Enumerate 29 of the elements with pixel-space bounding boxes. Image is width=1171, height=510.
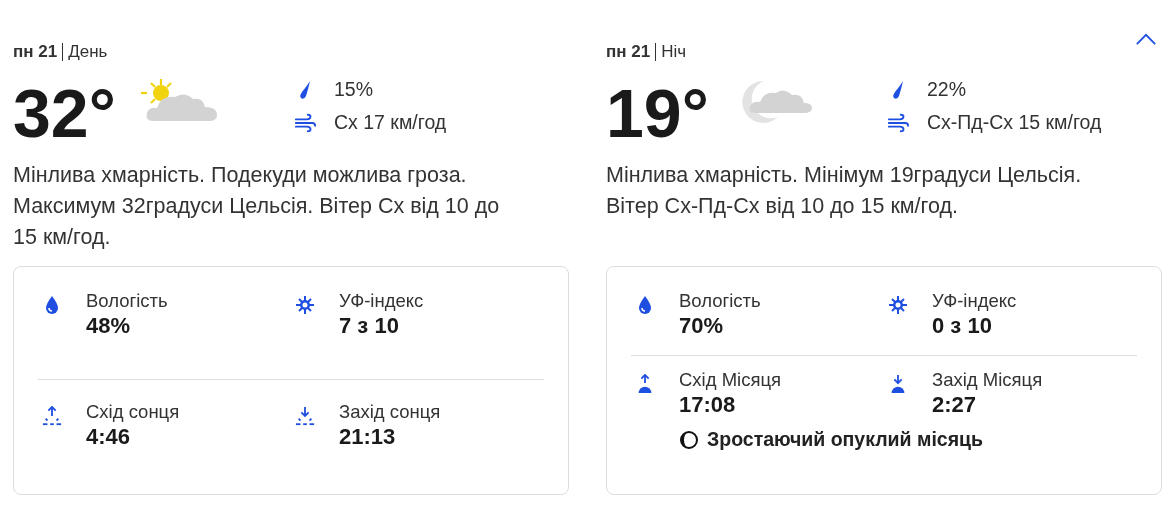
temperature: 32° <box>13 78 117 148</box>
period-label: Ніч <box>660 42 687 62</box>
period-label: День <box>67 42 108 62</box>
detail-label: УФ-індекс <box>339 289 424 313</box>
precipitation-chance: 15% <box>334 78 374 101</box>
detail-value: 17:08 <box>679 392 737 418</box>
day-label: пн 21 <box>606 43 657 61</box>
detail-label: Схід Місяця <box>679 368 782 392</box>
moon-phase: Зростаючий опуклий місяць <box>707 428 983 451</box>
detail-label: Захід Місяця <box>932 368 1043 392</box>
detail-value: 70% <box>679 313 725 339</box>
wind-speed: Сх-Пд-Сх 15 км/год <box>927 111 1102 134</box>
detail-label: Вологість <box>86 289 168 313</box>
forecast-summary: Мінлива хмарність. Подекуди можлива гроза. Максимум 32градуси Цельсія. Вітер Сх від 10 до 15 км/год. <box>13 162 501 251</box>
precipitation-chance: 22% <box>927 78 967 101</box>
forecast-summary: Мінлива хмарність. Мінімум 19градуси Цельсія. Вітер Сх-Пд-Сх від 10 до 15 км/год. <box>606 162 1083 220</box>
detail-value: 4:46 <box>86 424 132 450</box>
detail-label: Вологість <box>679 289 761 313</box>
detail-label: Схід сонця <box>86 400 180 424</box>
detail-label: УФ-індекс <box>932 289 1017 313</box>
detail-value: 7 з 10 <box>339 313 400 339</box>
detail-value: 48% <box>86 313 132 339</box>
detail-label: Захід сонця <box>339 400 441 424</box>
day-label: пн 21 <box>13 43 64 61</box>
detail-value: 0 з 10 <box>932 313 993 339</box>
temperature: 19° <box>606 78 710 148</box>
wind-speed: Сх 17 км/год <box>334 111 447 134</box>
detail-value: 21:13 <box>339 424 397 450</box>
detail-value: 2:27 <box>932 392 978 418</box>
